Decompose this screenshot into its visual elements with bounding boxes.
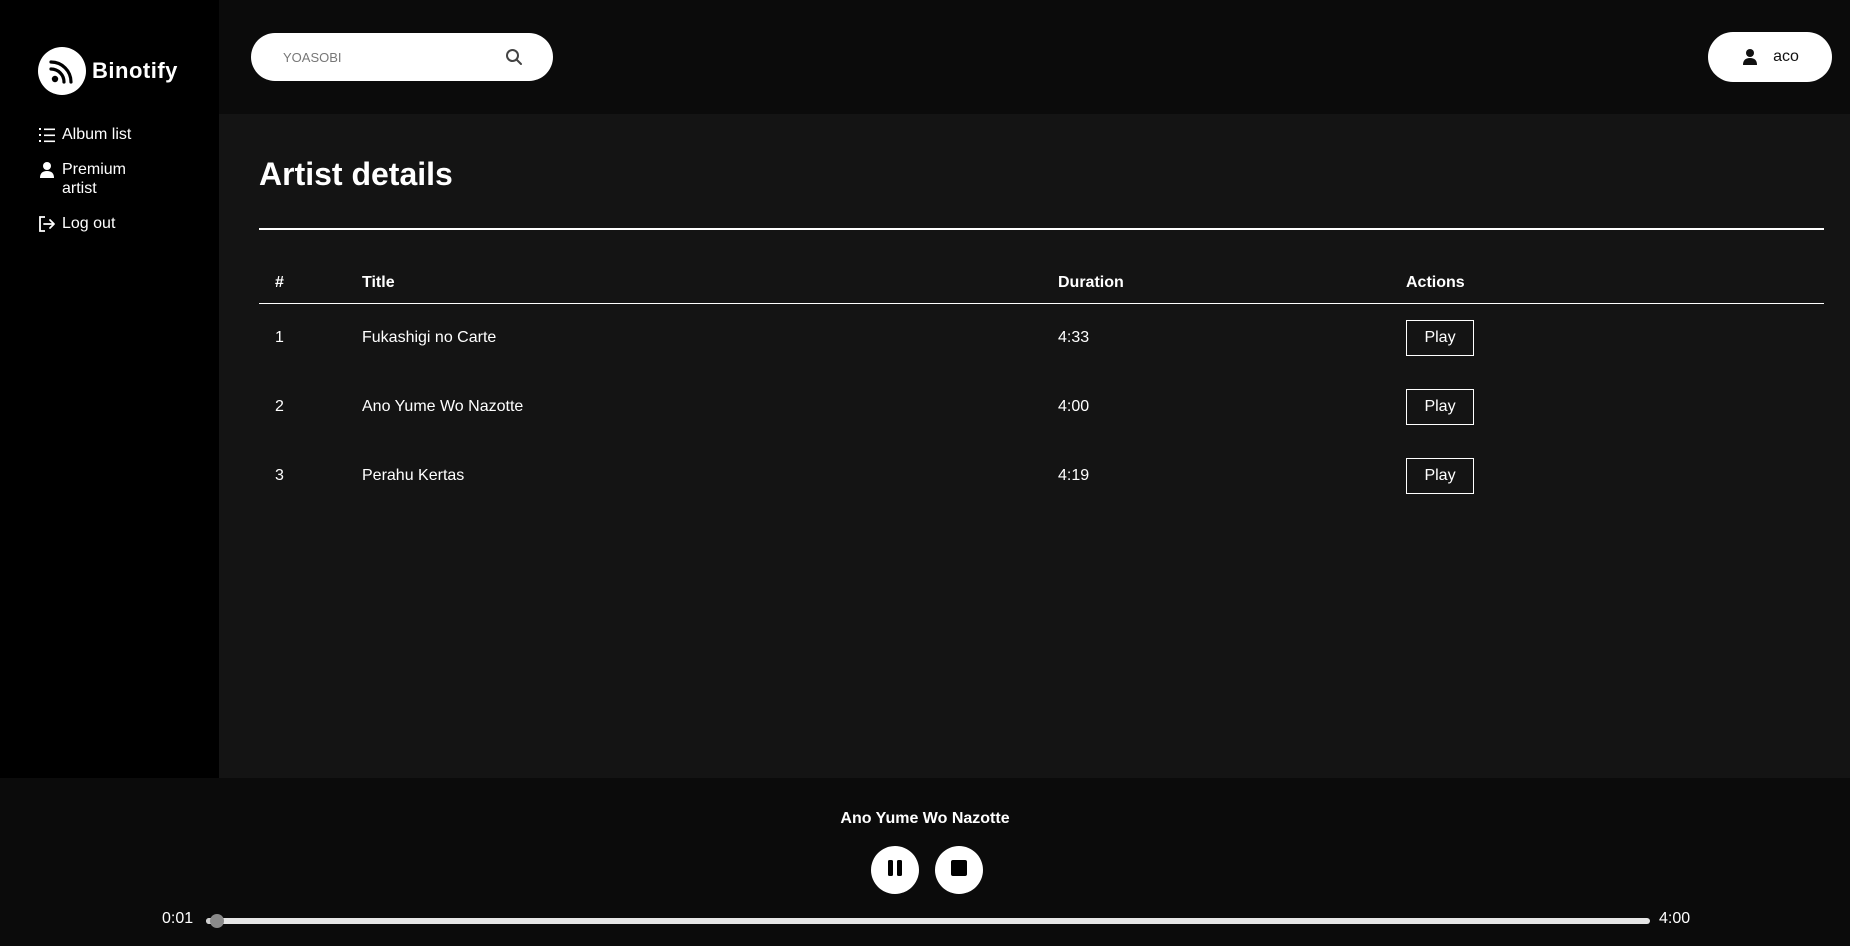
pause-icon (885, 858, 905, 883)
table-row: 1 Fukashigi no Carte 4:33 Play (259, 303, 1824, 372)
rss-disc-icon (38, 47, 86, 95)
main-content: Artist details # Title Duration Actions … (259, 114, 1824, 510)
audio-player: Ano Yume Wo Nazotte 0:01 4:00 (0, 778, 1850, 946)
sidebar-item-log-out[interactable]: Log out (38, 214, 208, 233)
play-button[interactable]: Play (1406, 388, 1474, 425)
current-time: 0:01 (162, 910, 194, 927)
user-menu-button[interactable]: aco (1708, 32, 1832, 82)
search-icon[interactable] (505, 48, 523, 66)
table-row: 2 Ano Yume Wo Nazotte 4:00 Play (259, 372, 1824, 441)
topbar: aco (219, 0, 1850, 114)
track-actions: Play (1406, 441, 1824, 510)
track-number: 2 (275, 397, 284, 415)
track-duration: 4:33 (1058, 328, 1090, 346)
search-bar (251, 33, 553, 81)
user-icon (38, 161, 56, 179)
stop-button[interactable] (935, 846, 983, 894)
player-controls (871, 846, 999, 894)
track-number: 1 (275, 328, 284, 346)
play-button[interactable]: Play (1406, 457, 1474, 494)
sidebar-item-premium-artist[interactable]: Premium artist (38, 160, 208, 198)
search-input[interactable] (283, 49, 505, 65)
user-icon (1741, 48, 1759, 66)
table-header-row: # Title Duration Actions (259, 274, 1824, 304)
track-actions: Play (1406, 372, 1824, 441)
page-title: Artist details (259, 156, 453, 192)
track-title: Fukashigi no Carte (362, 328, 497, 346)
sidebar-item-label: Premium artist (62, 161, 127, 197)
track-actions: Play (1406, 303, 1824, 372)
track-duration: 4:19 (1058, 466, 1090, 484)
total-time: 4:00 (1659, 910, 1691, 927)
track-number: 3 (275, 466, 284, 484)
sidebar-item-label: Log out (62, 215, 116, 232)
table-row: 3 Perahu Kertas 4:19 Play (259, 441, 1824, 510)
header-number: # (259, 274, 362, 304)
seek-thumb[interactable] (209, 914, 224, 928)
tracks-table: # Title Duration Actions 1 Fukashigi no … (259, 274, 1824, 510)
sidebar-nav: Album list Premium artist Log out (38, 125, 208, 249)
play-button[interactable]: Play (1406, 319, 1474, 356)
stop-icon (950, 859, 968, 882)
sidebar-item-album-list[interactable]: Album list (38, 125, 208, 144)
seek-bar[interactable] (206, 914, 1650, 928)
username: aco (1773, 48, 1799, 65)
list-icon (38, 126, 56, 144)
header-title: Title (362, 274, 1058, 304)
pause-button[interactable] (871, 846, 919, 894)
header-duration: Duration (1058, 274, 1406, 304)
track-duration: 4:00 (1058, 397, 1090, 415)
brand-name: Binotify (92, 58, 178, 83)
header-actions: Actions (1406, 274, 1824, 304)
title-divider (259, 228, 1824, 230)
now-playing-title: Ano Yume Wo Nazotte (840, 810, 1010, 827)
sidebar-item-label: Album list (62, 126, 132, 143)
brand[interactable]: Binotify (38, 47, 178, 95)
track-title: Ano Yume Wo Nazotte (362, 397, 524, 415)
sidebar: Binotify Album list Premium artist Log o… (0, 0, 219, 778)
track-title: Perahu Kertas (362, 466, 465, 484)
logout-icon (38, 215, 56, 233)
